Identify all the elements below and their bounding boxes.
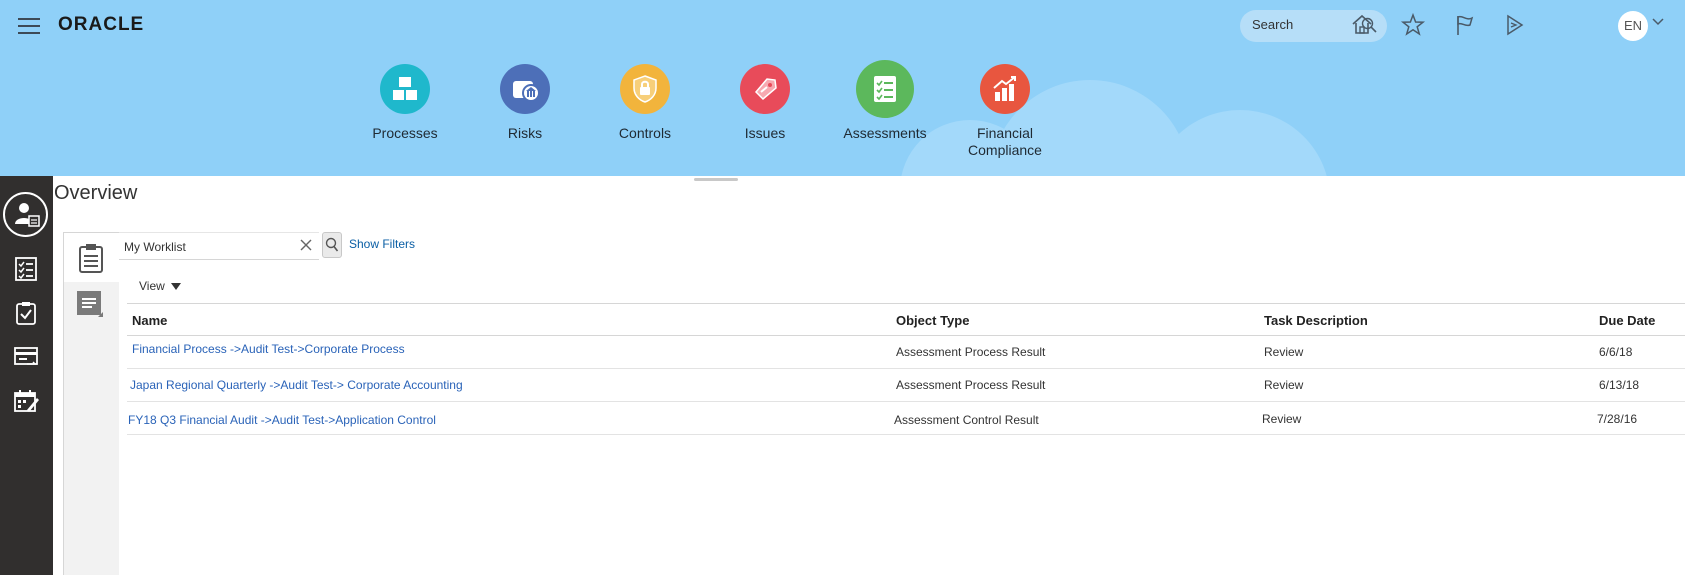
nav-label: Controls	[618, 125, 672, 141]
table-row[interactable]: Japan Regional Quarterly ->Audit Test-> …	[127, 369, 1685, 402]
show-filters-link[interactable]: Show Filters	[349, 237, 415, 251]
row-task-description: Review	[1264, 345, 1304, 359]
nav-label: Issues	[744, 125, 786, 141]
nav-label: Assessments	[843, 125, 927, 141]
risks-icon	[500, 64, 550, 114]
processes-icon	[380, 64, 430, 114]
user-avatar[interactable]: EN	[1618, 11, 1648, 41]
financial-compliance-chart-icon	[980, 64, 1030, 114]
sidebar-item-checklist[interactable]	[0, 248, 53, 288]
top-header: ORACLE EN Processes	[0, 0, 1685, 176]
row-due-date: 6/13/18	[1599, 378, 1640, 392]
row-name-link[interactable]: Financial Process ->Audit Test->Corporat…	[132, 342, 405, 356]
column-header-task-description[interactable]: Task Description	[1264, 313, 1368, 328]
page-title: Overview	[54, 182, 138, 204]
row-object-type: Assessment Process Result	[896, 345, 1046, 359]
transactions-icon	[14, 347, 38, 365]
chevron-down-icon[interactable]	[1652, 18, 1664, 26]
controls-shield-icon	[620, 64, 670, 114]
column-header-name[interactable]: Name	[132, 313, 167, 328]
panel-splitter-handle[interactable]	[694, 178, 738, 181]
sidebar-item-transactions[interactable]	[0, 336, 53, 376]
column-header-object-type[interactable]: Object Type	[896, 313, 969, 328]
nav-label: Processes	[372, 125, 438, 141]
nav-tile-risks[interactable]: Risks	[465, 64, 585, 142]
notes-icon	[77, 291, 103, 317]
watchlist-flag-icon[interactable]	[1451, 12, 1477, 38]
background-cloud	[1150, 110, 1330, 176]
tab-notes[interactable]	[64, 286, 120, 326]
nav-label: Risks	[507, 125, 543, 141]
user-worklist-icon	[15, 203, 40, 227]
search-icon	[325, 237, 339, 252]
row-due-date: 6/6/18	[1599, 345, 1633, 359]
row-task-description: Review	[1264, 378, 1304, 392]
sidebar-item-calendar[interactable]	[0, 380, 53, 420]
tab-worklist[interactable]	[64, 232, 120, 282]
sidebar-item-tasks[interactable]	[0, 292, 53, 332]
saved-search-value: My Worklist	[124, 240, 186, 254]
nav-tile-assessments[interactable]: Assessments	[825, 60, 945, 142]
nav-tile-financial-compliance[interactable]: Financial Compliance	[945, 64, 1065, 159]
checklist-icon	[15, 257, 37, 281]
worklist-table: Name Object Type Task Description Due Da…	[127, 303, 1685, 435]
hamburger-menu-icon[interactable]	[18, 18, 40, 34]
view-menu-label: View	[139, 279, 165, 293]
table-header: Name Object Type Task Description Due Da…	[127, 303, 1685, 336]
column-header-due-date[interactable]: Due Date	[1599, 313, 1655, 328]
nav-label-line: Financial	[976, 125, 1034, 141]
clipboard-icon	[79, 244, 103, 273]
home-icon[interactable]	[1349, 12, 1375, 38]
nav-tile-processes[interactable]: Processes	[345, 64, 465, 142]
nav-tile-controls[interactable]: Controls	[585, 64, 705, 142]
nav-label: Financial Compliance	[945, 125, 1065, 159]
table-row[interactable]: Financial Process ->Audit Test->Corporat…	[127, 336, 1685, 369]
global-search-input[interactable]	[1252, 17, 1352, 32]
row-object-type: Assessment Process Result	[896, 378, 1046, 392]
issues-tag-icon	[740, 64, 790, 114]
row-name-link[interactable]: FY18 Q3 Financial Audit ->Audit Test->Ap…	[128, 413, 436, 427]
calendar-edit-icon	[14, 390, 39, 412]
clear-icon[interactable]	[299, 238, 313, 252]
left-sidebar	[0, 176, 53, 575]
clipboard-check-icon	[16, 302, 36, 325]
assessments-checklist-icon	[856, 60, 914, 118]
row-object-type: Assessment Control Result	[894, 413, 1039, 427]
dropdown-triangle-icon	[170, 283, 181, 291]
search-button[interactable]	[322, 232, 342, 258]
notifications-icon[interactable]	[1502, 12, 1528, 38]
oracle-logo: ORACLE	[58, 14, 145, 35]
saved-search-field[interactable]: My Worklist	[119, 232, 319, 260]
view-menu[interactable]: View	[139, 279, 181, 293]
nav-label-line: Compliance	[968, 142, 1042, 158]
row-task-description: Review	[1262, 412, 1302, 426]
row-due-date: 7/28/16	[1597, 412, 1638, 426]
nav-tile-issues[interactable]: Issues	[705, 64, 825, 142]
sidebar-item-overview[interactable]	[0, 184, 53, 237]
table-row[interactable]: FY18 Q3 Financial Audit ->Audit Test->Ap…	[127, 402, 1685, 435]
row-name-link[interactable]: Japan Regional Quarterly ->Audit Test-> …	[130, 378, 463, 392]
favorites-star-icon[interactable]	[1400, 12, 1426, 38]
panel-tab-strip	[63, 232, 120, 575]
